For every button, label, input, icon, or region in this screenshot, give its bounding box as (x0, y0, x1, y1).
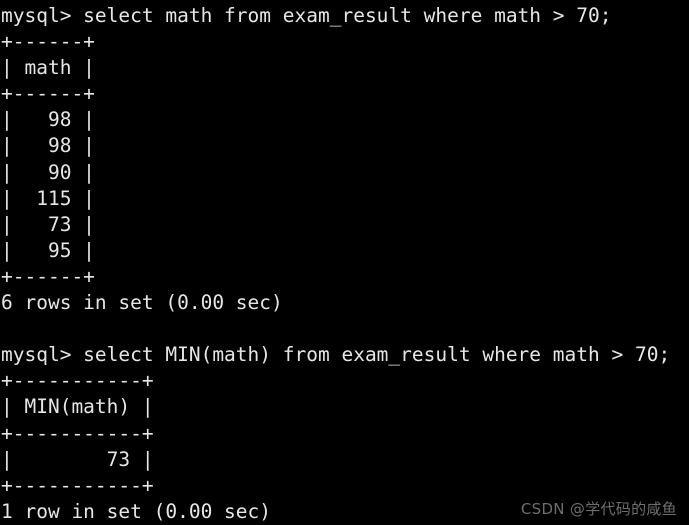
table-row: | 73 | (1, 447, 154, 471)
terminal-line-table-top-border-1: +------+ (1, 30, 95, 54)
table-row: | 73 | (1, 212, 95, 236)
table-row: | 115 | (1, 186, 95, 210)
terminal-window[interactable]: mysql> select math from exam_result wher… (0, 0, 689, 525)
terminal-line-table-bottom-border-1: +------+ (1, 264, 95, 288)
terminal-line-query-2: mysql> select MIN(math) from exam_result… (1, 343, 671, 367)
terminal-line-table-top-border-2: +-----------+ (1, 369, 154, 393)
terminal-line-table-header-separator-2: +-----------+ (1, 421, 154, 445)
csdn-watermark: CSDN @学代码的咸鱼 (520, 500, 677, 518)
terminal-line-status-1: 6 rows in set (0.00 sec) (1, 291, 283, 315)
table-row: | 98 | (1, 108, 95, 132)
terminal-line-table-header-separator-1: +------+ (1, 82, 95, 106)
terminal-line-table-header-1: | math | (1, 56, 95, 80)
terminal-line-query-1: mysql> select math from exam_result wher… (1, 4, 612, 27)
table-row: | 95 | (1, 238, 95, 262)
table-row: | 90 | (1, 160, 95, 184)
terminal-line-table-header-2: | MIN(math) | (1, 395, 154, 419)
terminal-line-table-bottom-border-2: +-----------+ (1, 473, 154, 497)
table-row: | 98 | (1, 134, 95, 158)
terminal-screen[interactable]: mysql> select math from exam_result wher… (0, 0, 689, 525)
